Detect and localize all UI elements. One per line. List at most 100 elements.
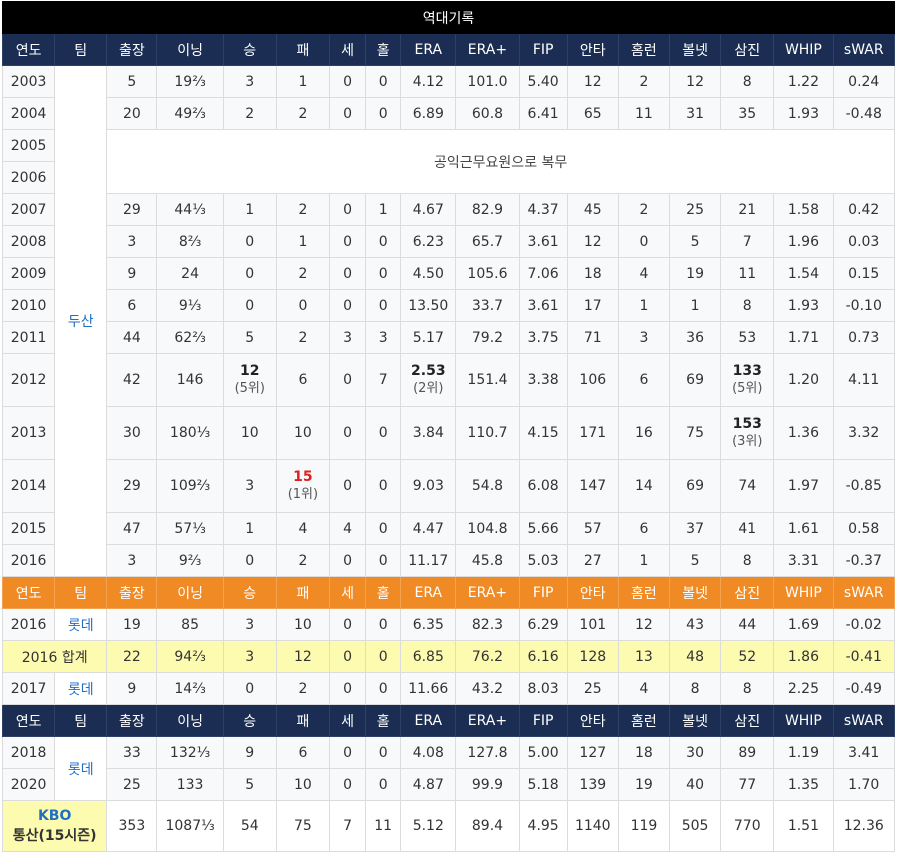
table-row: 2015 47 57⅓ 1 4 4 0 4.47 104.8 5.66 57 6 37 41 1.61 0.5… (1, 512, 895, 545)
stat-cell-h: 27 (566, 544, 619, 577)
stat-cell-g: 44 (106, 321, 158, 354)
stat-cell-sv: 0 (328, 97, 367, 130)
year-cell: 2010 (1, 289, 56, 322)
stat-cell-sv: 3 (328, 321, 367, 354)
stat-cell-era: 6.89 (400, 97, 457, 130)
stat-rank: (1위) (287, 487, 319, 502)
column-header: ERA (400, 33, 457, 66)
stat-cell-l: 0 (275, 289, 330, 322)
stat-cell-hr: 18 (617, 736, 671, 769)
column-header: 세 (328, 576, 367, 609)
stat-cell-fip: 6.16 (518, 640, 568, 673)
stat-cell-so: 153 (3위) (720, 406, 775, 460)
stat-cell-whip: 1.36 (773, 406, 834, 460)
column-header: WHIP (773, 704, 834, 737)
stat-cell-era: 6.23 (400, 225, 457, 258)
career-total-row: KBO 통산(15시즌) 353 1087⅓ 54 75 7 11 5.12 89.4 4.95 11… (1, 800, 895, 852)
stat-cell-ip: 146 (156, 353, 224, 407)
stat-cell-whip: 1.97 (773, 459, 834, 513)
table-row: 2007 29 44⅓ 1 2 0 1 4.67 82.9 4.37 45 2 25 21 1.58 0.42 (1, 193, 895, 226)
stat-cell-hld: 0 (365, 672, 402, 705)
stat-cell-bb: 43 (669, 608, 722, 641)
stat-cell-hld: 1 (365, 193, 402, 226)
stat-cell-whip: 1.22 (773, 65, 834, 98)
year-cell: 2013 (1, 406, 56, 460)
stat-value: 153 (732, 416, 762, 432)
stat-cell-ip: 24 (156, 257, 224, 290)
column-header: 이닝 (156, 704, 224, 737)
column-header: 홈런 (617, 576, 671, 609)
stat-cell-swar: 0.58 (832, 512, 895, 545)
stat-cell-hr: 1 (617, 544, 671, 577)
stat-cell-fip: 8.03 (518, 672, 568, 705)
column-header: 홀 (365, 576, 402, 609)
military-service-note: 공익근무요원으로 복무 (106, 129, 895, 194)
stat-cell-hr: 6 (617, 512, 671, 545)
stat-cell-bb: 69 (669, 353, 722, 407)
stat-rank: (5위) (732, 381, 763, 396)
stat-cell-whip: 1.93 (773, 97, 834, 130)
stat-cell-l: 2 (275, 257, 330, 290)
table-row: 2016 롯데 19 85 3 10 0 0 6.35 82.3 6.29 101 12 43 44 1.69… (1, 608, 895, 641)
stat-cell-sv: 0 (328, 289, 367, 322)
stat-cell-fip: 5.18 (518, 768, 568, 801)
stat-cell-bb: 48 (669, 640, 722, 673)
stat-cell-hld: 0 (365, 257, 402, 290)
stat-cell-swar: 12.36 (832, 800, 895, 852)
stat-cell-so: 44 (720, 608, 775, 641)
column-header: ERA+ (455, 704, 520, 737)
stat-cell-era: 4.67 (400, 193, 457, 226)
stat-cell-fip: 5.03 (518, 544, 568, 577)
stat-cell-era: 2.53 (2위) (400, 353, 457, 407)
column-header: 패 (275, 33, 330, 66)
stat-cell-g: 9 (106, 672, 158, 705)
stat-cell-era: 4.12 (400, 65, 457, 98)
team-cell: 롯데 (54, 672, 108, 705)
column-header: 패 (275, 576, 330, 609)
stat-cell-hld: 0 (365, 225, 402, 258)
stat-cell-sv: 0 (328, 193, 367, 226)
stat-cell-hld: 0 (365, 512, 402, 545)
stat-cell-fip: 5.00 (518, 736, 568, 769)
stat-cell-hr: 2 (617, 193, 671, 226)
stat-cell-swar: 1.70 (832, 768, 895, 801)
season-total-row: 2016 합계 22 94⅔ 3 12 0 0 6.85 76.2 6.16 128 13 48 52 1.… (1, 640, 895, 673)
stat-cell-so: 41 (720, 512, 775, 545)
column-header: 홈런 (617, 704, 671, 737)
stat-cell-ip: 9⅔ (156, 544, 224, 577)
table-row: 2016 3 9⅔ 0 2 0 0 11.17 45.8 5.03 27 1 5 8 3.31 -0.37 (1, 544, 895, 577)
column-header: ERA (400, 576, 457, 609)
stat-cell-sv: 7 (328, 800, 367, 852)
stat-cell-whip: 3.31 (773, 544, 834, 577)
column-header: 세 (328, 704, 367, 737)
stat-cell-so: 35 (720, 97, 775, 130)
column-header: 승 (222, 33, 277, 66)
stat-cell-ip: 9⅓ (156, 289, 224, 322)
stat-cell-ip: 14⅔ (156, 672, 224, 705)
stat-cell-bb: 40 (669, 768, 722, 801)
stat-cell-era-plus: 101.0 (455, 65, 520, 98)
column-header: 승 (222, 576, 277, 609)
stat-rank: (5위) (234, 381, 265, 396)
column-header: 볼넷 (669, 704, 722, 737)
stat-cell-l: 15 (1위) (275, 459, 330, 513)
stat-cell-era-plus: 89.4 (455, 800, 520, 852)
stat-cell-bb: 12 (669, 65, 722, 98)
stat-cell-fip: 6.08 (518, 459, 568, 513)
stat-cell-hld: 0 (365, 768, 402, 801)
stat-cell-sv: 0 (328, 225, 367, 258)
column-header: ERA+ (455, 576, 520, 609)
stat-cell-swar: 3.32 (832, 406, 895, 460)
stat-cell-g: 6 (106, 289, 158, 322)
stat-cell-fip: 6.41 (518, 97, 568, 130)
stat-cell-hld: 3 (365, 321, 402, 354)
stat-cell-era-plus: 33.7 (455, 289, 520, 322)
stat-cell-swar: -0.49 (832, 672, 895, 705)
table-row: 2013 30 180⅓ 10 10 0 0 3.84 110.7 4.15 171 16 75 153(… (1, 406, 895, 460)
stat-cell-h: 106 (566, 353, 619, 407)
stat-cell-g: 33 (106, 736, 158, 769)
stat-cell-ip: 49⅔ (156, 97, 224, 130)
year-cell: 2011 (1, 321, 56, 354)
stat-cell-so: 89 (720, 736, 775, 769)
stat-cell-bb: 30 (669, 736, 722, 769)
